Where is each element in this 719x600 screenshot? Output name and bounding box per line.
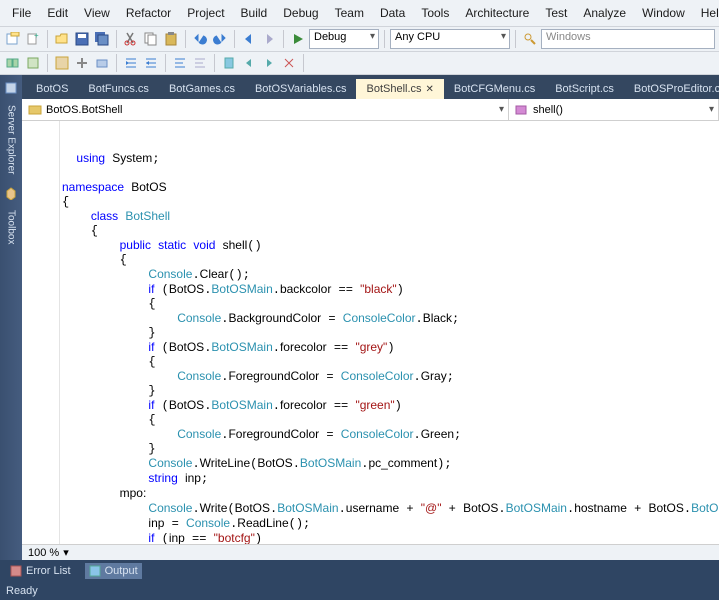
bookmark-icon[interactable]: [220, 54, 238, 72]
toolbox-icon[interactable]: [93, 54, 111, 72]
configuration-dropdown[interactable]: Debug: [309, 29, 379, 49]
tab-botscript[interactable]: BotScript.cs: [545, 79, 624, 99]
tab-botosproeditor[interactable]: BotOSProEditor.cs: [624, 79, 719, 99]
bottom-tool-tabs: Error List Output: [0, 560, 719, 582]
close-tab-icon[interactable]: ✕: [426, 84, 434, 95]
class-selector[interactable]: BotOS.BotShell: [22, 99, 509, 120]
next-bookmark-icon[interactable]: [260, 54, 278, 72]
prev-bookmark-icon[interactable]: [240, 54, 258, 72]
zoom-bar: 100 % ▾: [22, 544, 719, 560]
output-icon: [89, 565, 101, 577]
menu-test[interactable]: Test: [537, 2, 575, 24]
add-item-icon[interactable]: +: [24, 30, 42, 48]
status-text: Ready: [6, 585, 38, 597]
menu-window[interactable]: Window: [634, 2, 693, 24]
member-selector[interactable]: shell(): [509, 99, 719, 120]
code-editor[interactable]: using System; namespace BotOS { class Bo…: [22, 121, 719, 544]
tab-botcfgmenu[interactable]: BotCFGMenu.cs: [444, 79, 545, 99]
text-editor-toolbar: [0, 52, 719, 75]
server-explorer-label[interactable]: Server Explorer: [6, 105, 17, 174]
redo-icon[interactable]: [211, 30, 229, 48]
save-all-icon[interactable]: [93, 30, 111, 48]
menu-tools[interactable]: Tools: [413, 2, 457, 24]
menu-refactor[interactable]: Refactor: [118, 2, 179, 24]
output-tab[interactable]: Output: [85, 563, 142, 579]
toolbox-label[interactable]: Toolbox: [6, 210, 17, 244]
class-view-icon[interactable]: [53, 54, 71, 72]
properties-icon[interactable]: [73, 54, 91, 72]
menu-view[interactable]: View: [76, 2, 118, 24]
tab-botshell[interactable]: BotShell.cs✕: [356, 79, 443, 99]
document-tabstrip: BotOS BotFuncs.cs BotGames.cs BotOSVaria…: [22, 75, 719, 99]
quick-launch-input[interactable]: Windows: [541, 29, 715, 49]
menu-help[interactable]: Help: [693, 2, 719, 24]
toolbox-rail-icon[interactable]: [2, 184, 20, 202]
decrease-indent-icon[interactable]: [122, 54, 140, 72]
menu-team[interactable]: Team: [327, 2, 372, 24]
tab-botosvariables[interactable]: BotOSVariables.cs: [245, 79, 357, 99]
error-list-tab[interactable]: Error List: [6, 563, 75, 579]
start-debug-icon[interactable]: [289, 30, 307, 48]
standard-toolbar: + Debug Any CPU Windows: [0, 27, 719, 52]
object-browser-icon[interactable]: [4, 54, 22, 72]
paste-icon[interactable]: [162, 30, 180, 48]
solution-explorer-icon[interactable]: [24, 54, 42, 72]
comment-icon[interactable]: [171, 54, 189, 72]
code-nav-bar: BotOS.BotShell shell(): [22, 99, 719, 121]
open-file-icon[interactable]: [53, 30, 71, 48]
tab-botgames[interactable]: BotGames.cs: [159, 79, 245, 99]
zoom-dropdown-icon[interactable]: ▾: [63, 546, 69, 559]
method-icon: [515, 105, 529, 115]
save-icon[interactable]: [73, 30, 91, 48]
menu-architecture[interactable]: Architecture: [457, 2, 537, 24]
outline-gutter: [46, 121, 60, 544]
status-bar: Ready: [0, 582, 719, 600]
new-project-icon[interactable]: [4, 30, 22, 48]
cut-icon[interactable]: [122, 30, 140, 48]
nav-back-icon[interactable]: [240, 30, 258, 48]
clear-bookmarks-icon[interactable]: [280, 54, 298, 72]
copy-icon[interactable]: [142, 30, 160, 48]
zoom-level[interactable]: 100 %: [28, 547, 59, 559]
menu-file[interactable]: File: [4, 2, 39, 24]
server-explorer-icon[interactable]: [2, 79, 20, 97]
svg-text:+: +: [34, 32, 39, 40]
menu-analyze[interactable]: Analyze: [575, 2, 634, 24]
increase-indent-icon[interactable]: [142, 54, 160, 72]
undo-icon[interactable]: [191, 30, 209, 48]
error-list-icon: [10, 565, 22, 577]
find-icon[interactable]: [521, 30, 539, 48]
menu-debug[interactable]: Debug: [275, 2, 326, 24]
uncomment-icon[interactable]: [191, 54, 209, 72]
menu-build[interactable]: Build: [233, 2, 276, 24]
menu-bar: File Edit View Refactor Project Build De…: [0, 0, 719, 27]
nav-fwd-icon[interactable]: [260, 30, 278, 48]
class-icon: [28, 105, 42, 115]
tab-botos[interactable]: BotOS: [26, 79, 78, 99]
platform-dropdown[interactable]: Any CPU: [390, 29, 510, 49]
menu-data[interactable]: Data: [372, 2, 413, 24]
menu-edit[interactable]: Edit: [39, 2, 76, 24]
left-tool-rail: Server Explorer Toolbox: [0, 75, 22, 560]
tab-botfuncs[interactable]: BotFuncs.cs: [78, 79, 159, 99]
menu-project[interactable]: Project: [179, 2, 232, 24]
